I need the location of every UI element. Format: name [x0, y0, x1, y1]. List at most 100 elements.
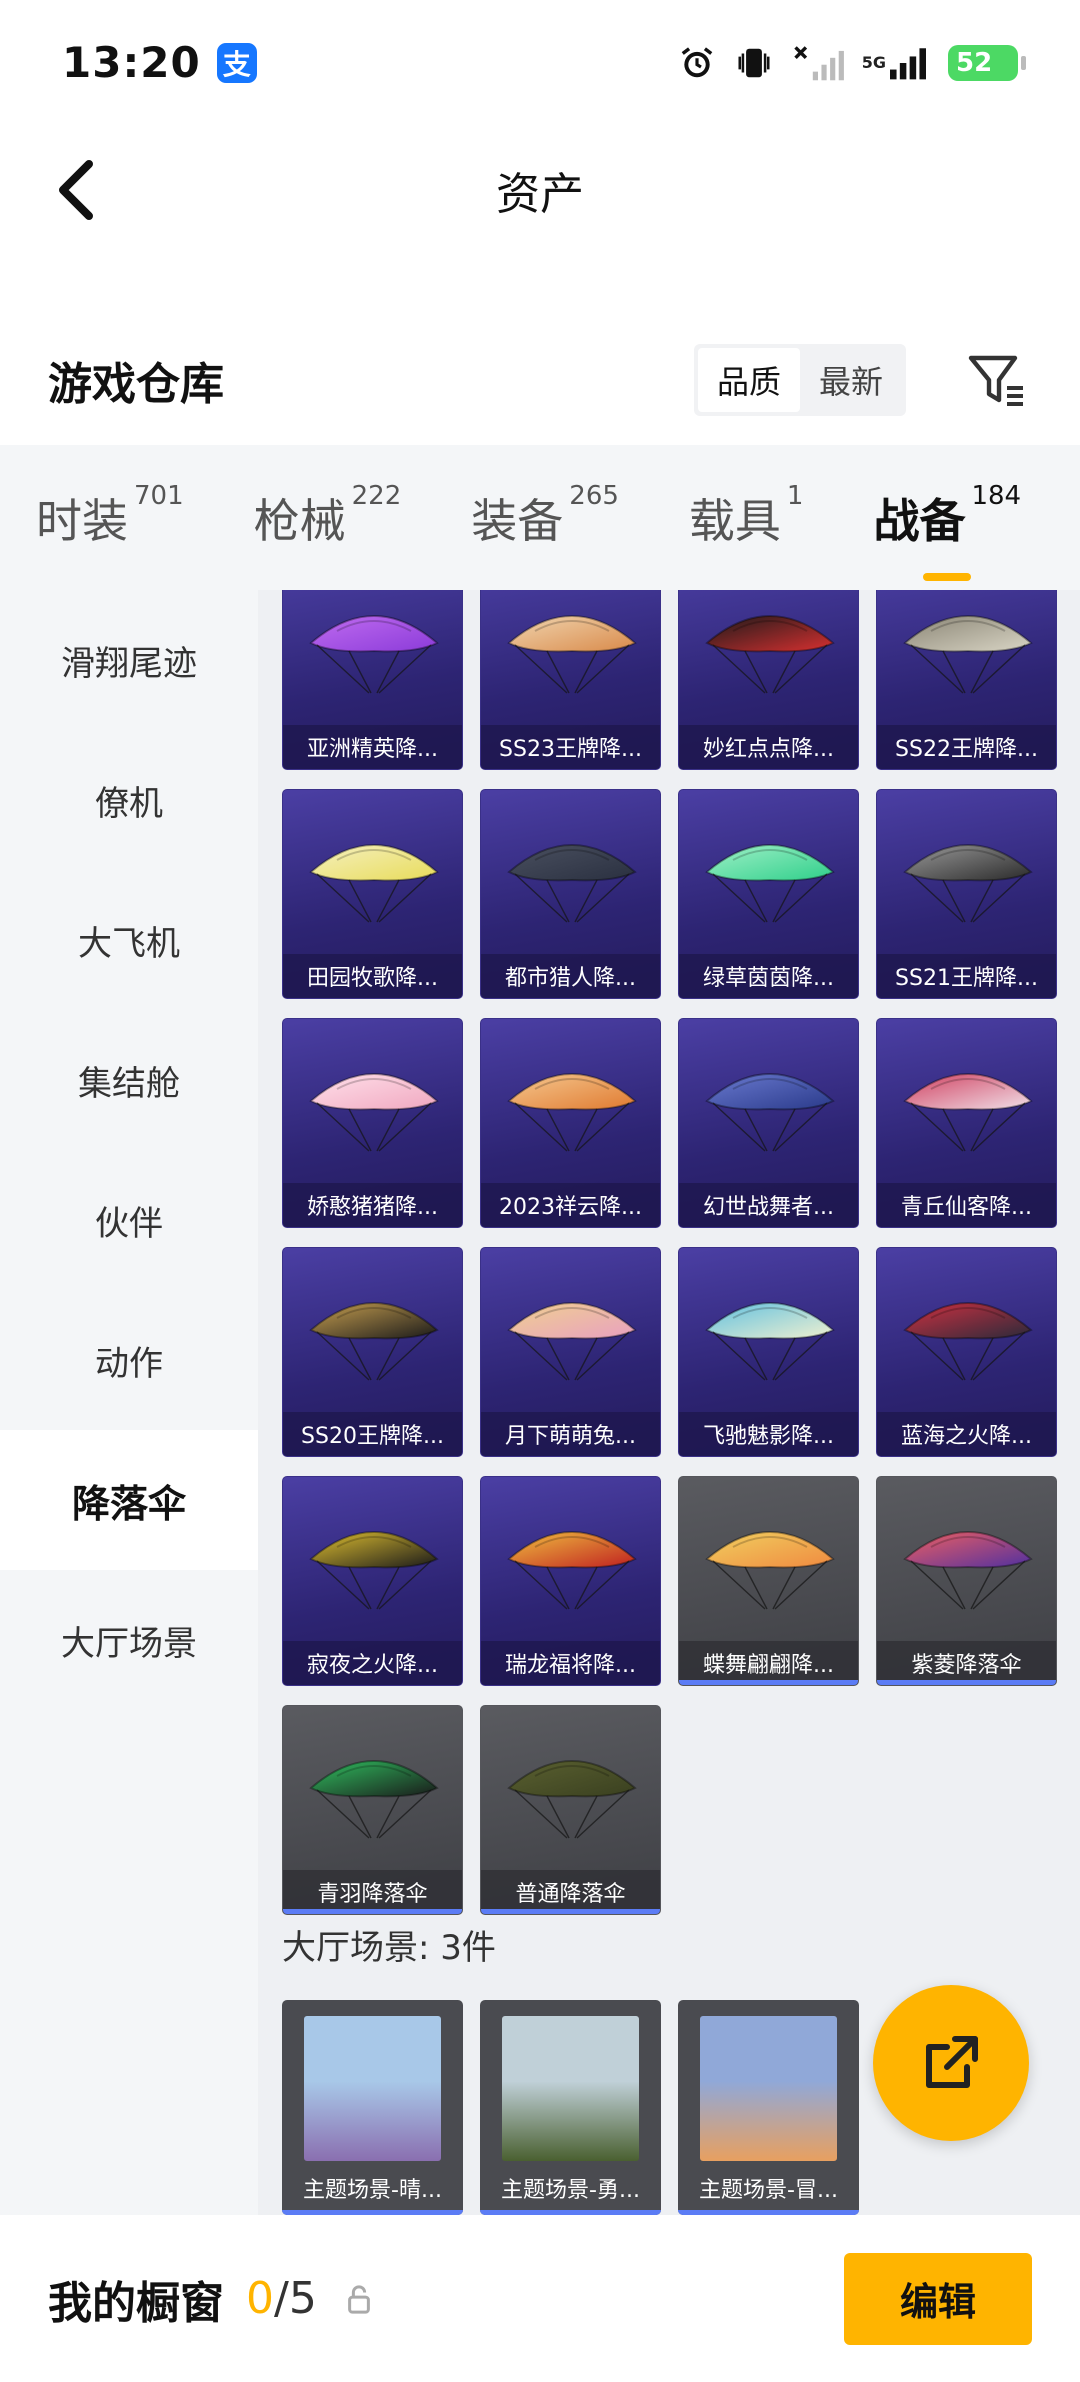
parachute-name: 蝶舞翩翩降...	[679, 1641, 858, 1685]
parachute-thumbnail	[481, 1019, 660, 1189]
parachute-thumbnail	[877, 590, 1056, 731]
parachute-thumbnail	[283, 590, 462, 731]
parachute-name: 寂夜之火降...	[283, 1641, 462, 1685]
parachute-thumbnail	[877, 790, 1056, 960]
parachute-card[interactable]: 幻世战舞者...	[678, 1018, 859, 1228]
tab-count: 701	[134, 480, 184, 511]
edit-button[interactable]: 编辑	[844, 2252, 1032, 2345]
side-item-assembly-pod[interactable]: 集结舱	[0, 1010, 258, 1150]
showcase-total: /5	[274, 2273, 317, 2324]
side-item-big-plane[interactable]: 大飞机	[0, 870, 258, 1010]
tab-weapons[interactable]: 枪械 222	[254, 481, 402, 551]
parachute-card[interactable]: SS21王牌降...	[876, 789, 1057, 999]
parachute-card[interactable]: 瑞龙福将降...	[480, 1476, 661, 1686]
parachute-card[interactable]: 亚洲精英降...	[282, 590, 463, 770]
parachute-thumbnail	[283, 1477, 462, 1647]
filter-button[interactable]	[962, 345, 1032, 415]
parachute-thumbnail	[679, 590, 858, 731]
parachute-card[interactable]: 紫菱降落伞	[876, 1476, 1057, 1686]
scene-card[interactable]: 主题场景-勇...	[480, 2000, 661, 2215]
parachute-card[interactable]: 青羽降落伞	[282, 1705, 463, 1915]
parachute-card[interactable]: 寂夜之火降...	[282, 1476, 463, 1686]
showcase-count: 0/5	[246, 2273, 317, 2324]
side-menu: 滑翔尾迹 僚机 大飞机 集结舱 伙伴 动作 降落伞 大厅场景	[0, 590, 258, 2215]
battery-icon: 52	[948, 44, 1026, 81]
scene-card[interactable]: 主题场景-晴...	[282, 2000, 463, 2215]
sort-toggle: 品质 最新	[694, 344, 906, 416]
side-item-partner[interactable]: 伙伴	[0, 1150, 258, 1290]
share-external-icon	[926, 2036, 978, 2088]
tab-vehicles[interactable]: 载具 1	[688, 481, 804, 551]
scene-name: 主题场景-晴...	[303, 2178, 442, 2203]
parachute-card[interactable]: 青丘仙客降...	[876, 1018, 1057, 1228]
scene-name: 主题场景-冒...	[699, 2178, 838, 2203]
side-item-lobby-scene[interactable]: 大厅场景	[0, 1570, 258, 1710]
side-item-emote[interactable]: 动作	[0, 1290, 258, 1430]
parachute-card[interactable]: 田园牧歌降...	[282, 789, 463, 999]
parachute-card[interactable]: 2023祥云降...	[480, 1018, 661, 1228]
card-bottom-line	[679, 1680, 858, 1685]
status-bar: 13:20 支 5G 52	[0, 0, 1080, 125]
scene-thumbnail	[502, 2016, 639, 2161]
card-bottom-line	[283, 1909, 462, 1914]
parachute-card[interactable]: 飞驰魅影降...	[678, 1247, 859, 1457]
tab-label: 时装	[36, 493, 128, 548]
sort-newest-button[interactable]: 最新	[800, 348, 902, 412]
status-time: 13:20	[62, 38, 201, 87]
parachute-thumbnail	[679, 1019, 858, 1189]
parachute-name: 飞驰魅影降...	[679, 1412, 858, 1456]
parachute-name: SS21王牌降...	[877, 954, 1056, 998]
tab-label: 战备	[873, 493, 966, 548]
parachute-card[interactable]: 蓝海之火降...	[876, 1247, 1057, 1457]
page-title: 资产	[496, 169, 584, 220]
tab-label: 装备	[471, 493, 564, 548]
alipay-app-icon: 支	[216, 42, 257, 83]
category-tabs: 时装 701 枪械 222 装备 265 载具 1 战备 184	[0, 445, 1080, 590]
parachute-thumbnail	[679, 1248, 858, 1418]
scene-card[interactable]: 主题场景-冒...	[678, 2000, 859, 2215]
tab-equipment[interactable]: 装备 265	[471, 481, 619, 551]
parachute-name: 田园牧歌降...	[283, 954, 462, 998]
parachute-card[interactable]: SS20王牌降...	[282, 1247, 463, 1457]
parachute-card[interactable]: 蝶舞翩翩降...	[678, 1476, 859, 1686]
tab-label: 载具	[688, 493, 781, 548]
side-item-glide-trail[interactable]: 滑翔尾迹	[0, 590, 258, 730]
parachute-card[interactable]: SS23王牌降...	[480, 590, 661, 770]
parachute-card[interactable]: 普通降落伞	[480, 1705, 661, 1915]
parachute-name: 瑞龙福将降...	[481, 1641, 660, 1685]
parachute-name: 娇憨猪猪降...	[283, 1183, 462, 1227]
parachute-thumbnail	[283, 1248, 462, 1418]
parachute-card[interactable]: SS22王牌降...	[876, 590, 1057, 770]
parachute-thumbnail	[877, 1477, 1056, 1647]
parachute-card[interactable]: 妙红点点降...	[678, 590, 859, 770]
parachute-name: 亚洲精英降...	[283, 725, 462, 769]
signal-icon: 5G	[862, 45, 930, 81]
parachute-name: 妙红点点降...	[679, 725, 858, 769]
parachute-thumbnail	[283, 1019, 462, 1189]
sort-quality-button[interactable]: 品质	[698, 348, 800, 412]
tab-count: 222	[351, 480, 402, 511]
filter-icon	[968, 355, 1023, 406]
parachute-thumbnail	[481, 1248, 660, 1418]
parachute-name: 绿草茵茵降...	[679, 954, 858, 998]
parachute-card[interactable]: 月下萌萌兔...	[480, 1247, 661, 1457]
item-grid-area: 亚洲精英降... SS23王牌降... 妙红点点降... SS22王牌降... 田园牧歌…	[258, 590, 1080, 2215]
tab-count: 184	[971, 480, 1022, 511]
parachute-card[interactable]: 都市猎人降...	[480, 789, 661, 999]
parachute-name: 蓝海之火降...	[877, 1412, 1056, 1456]
share-button[interactable]	[873, 1985, 1029, 2141]
parachute-name: 月下萌萌兔...	[481, 1412, 660, 1456]
tab-war-gear[interactable]: 战备 184	[873, 481, 1021, 581]
tab-fashion[interactable]: 时装 701	[36, 481, 184, 551]
parachute-card[interactable]: 娇憨猪猪降...	[282, 1018, 463, 1228]
warehouse-header: 游戏仓库 品质 最新	[0, 320, 1080, 440]
chevron-left-icon	[59, 160, 93, 220]
showcase-current: 0	[246, 2273, 274, 2324]
parachute-name: 青羽降落伞	[283, 1870, 462, 1914]
back-button[interactable]	[40, 155, 110, 225]
side-item-parachute[interactable]: 降落伞	[0, 1430, 258, 1570]
parachute-card[interactable]: 绿草茵茵降...	[678, 789, 859, 999]
tab-count: 265	[569, 480, 619, 511]
network-type: 5G	[861, 52, 886, 72]
side-item-wingman[interactable]: 僚机	[0, 730, 258, 870]
